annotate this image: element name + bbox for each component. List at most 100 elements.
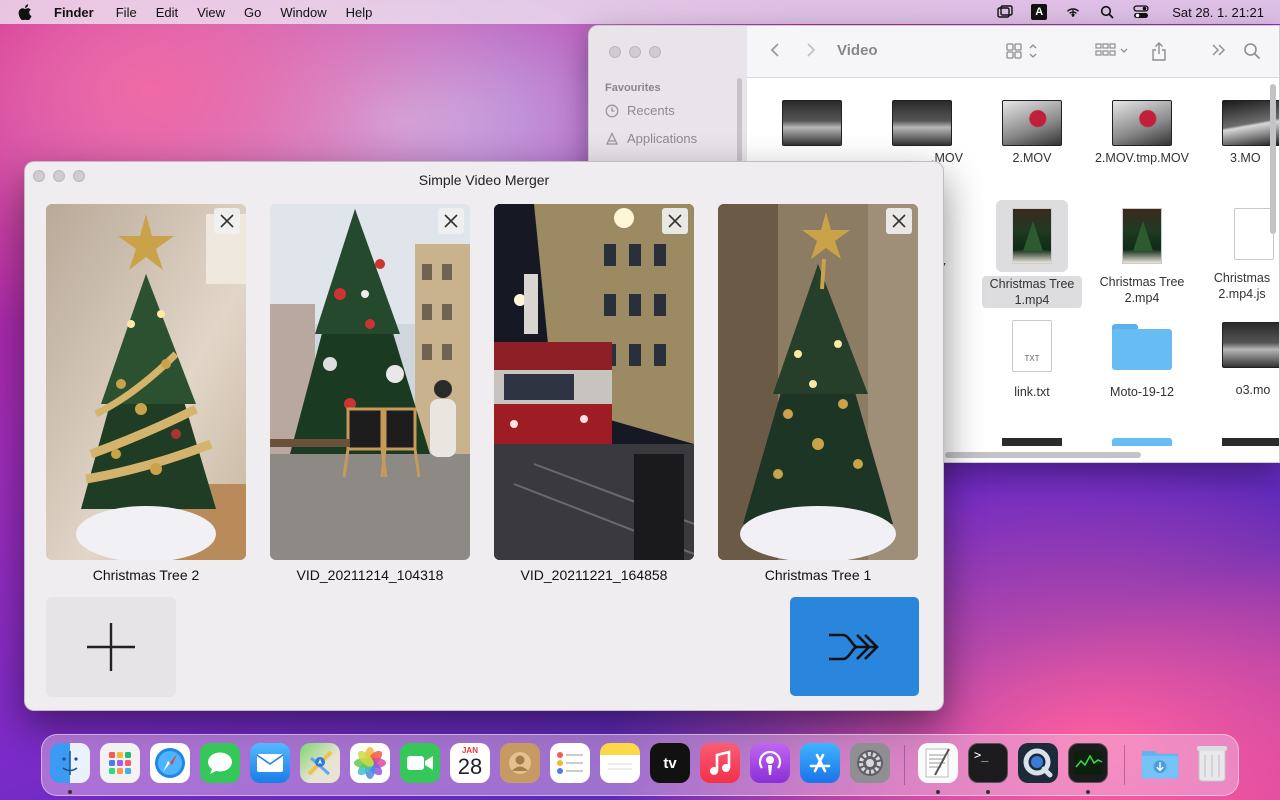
photos-icon[interactable] [350,743,390,783]
search-icon[interactable] [1098,4,1116,20]
menu-help[interactable]: Help [346,5,373,20]
clip-card[interactable]: Christmas Tree 2 [46,204,246,583]
screen-mirroring-icon[interactable] [996,4,1014,20]
merge-arrow-icon [828,633,879,660]
apple-tv-label: tv [663,754,677,772]
running-indicator [68,790,72,794]
menu-app-name[interactable]: Finder [54,5,94,20]
clip-card[interactable]: VID_20211214_104318 [270,204,470,583]
system-preferences-icon[interactable] [850,743,890,783]
music-icon[interactable] [700,743,740,783]
calendar-day: 28 [457,754,483,779]
menu-edit[interactable]: Edit [156,5,178,20]
clip-thumbnail[interactable] [270,204,470,560]
clip-card[interactable]: Christmas Tree 1 [718,204,918,583]
textedit-icon[interactable] [918,743,958,783]
file-name: Christmas Tree 2.mp4 [1099,275,1185,305]
merge-videos-button[interactable] [790,597,919,696]
file-item[interactable] [762,100,862,146]
messages-icon[interactable] [200,743,240,783]
minimize-window-button[interactable] [629,46,641,58]
mail-icon[interactable] [250,743,290,783]
icon-view-icon[interactable] [1006,42,1038,60]
file-item[interactable]: TXT link.txt [982,320,1082,400]
clip-thumbnail[interactable] [718,204,918,560]
file-name: Christmas Tree 1.mp4 [982,276,1082,308]
safari-icon[interactable] [150,743,190,783]
reminders-icon[interactable] [550,743,590,783]
activity-monitor-icon[interactable] [1068,743,1108,783]
file-item[interactable]: 3.MO [1202,100,1279,166]
finder-search-icon[interactable] [1243,42,1261,60]
video-thumbnail [1002,100,1062,146]
file-name: Christmas 2.mp4.js [1213,271,1271,301]
file-name: link.txt [1014,385,1050,399]
file-item[interactable]: .MOV [872,100,972,166]
vertical-scrollbar[interactable] [1270,84,1276,234]
folder-icon [1112,322,1172,370]
video-thumbnail [1122,208,1162,264]
back-icon[interactable] [769,42,781,58]
remove-clip-button[interactable] [662,208,688,234]
close-icon [892,214,906,228]
wifi-icon[interactable] [1064,4,1082,20]
input-source-icon[interactable]: A [1030,4,1048,20]
close-icon [444,214,458,228]
file-item[interactable]: Christmas Tree 2.mp4 [1092,208,1192,306]
menu-window[interactable]: Window [280,5,326,20]
close-icon [220,214,234,228]
file-item[interactable]: 2.MOV.tmp.MOV [1092,100,1192,166]
file-item[interactable]: 2.MOV [982,100,1082,166]
menu-bar: Finder File Edit View Go Window Help A S… [0,0,1280,24]
running-indicator [1086,790,1090,794]
maps-icon[interactable] [300,743,340,783]
control-center-icon[interactable] [1132,4,1150,20]
clip-label: VID_20211214_104318 [296,567,444,583]
remove-clip-button[interactable] [438,208,464,234]
quicktime-icon[interactable] [1018,743,1058,783]
add-clip-button[interactable] [46,597,176,697]
sidebar-item-label: Recents [627,103,675,118]
launchpad-icon[interactable] [100,743,140,783]
trash-icon[interactable] [1192,743,1232,783]
file-name: 2.MOV.tmp.MOV [1094,151,1189,165]
downloads-folder-icon[interactable] [1140,743,1180,783]
file-name: Moto-19-12 [1110,385,1174,399]
menu-view[interactable]: View [197,5,225,20]
close-window-button[interactable] [609,46,621,58]
app-store-icon[interactable] [800,743,840,783]
video-thumbnail [782,100,842,146]
podcasts-icon[interactable] [750,743,790,783]
remove-clip-button[interactable] [214,208,240,234]
clip-thumbnail[interactable] [494,204,694,560]
facetime-icon[interactable] [400,743,440,783]
notes-icon[interactable] [600,743,640,783]
horizontal-scrollbar[interactable] [945,452,1141,458]
file-item[interactable]: Christmas 2.mp4.js [1202,208,1279,302]
apple-tv-icon[interactable]: tv [650,743,690,783]
finder-icon[interactable] [50,743,90,783]
zoom-window-button[interactable] [649,46,661,58]
menu-go[interactable]: Go [244,5,261,20]
sidebar-item-applications[interactable]: Applications [605,131,697,146]
clip-card[interactable]: VID_20211221_164858 [494,204,694,583]
menu-file[interactable]: File [116,5,137,20]
sidebar-scrollbar[interactable] [737,78,742,162]
share-icon[interactable] [1151,42,1167,62]
apple-icon[interactable] [18,4,32,20]
remove-clip-button[interactable] [886,208,912,234]
clip-thumbnail[interactable] [46,204,246,560]
contacts-icon[interactable] [500,743,540,783]
menubar-clock[interactable]: Sat 28. 1. 21:21 [1172,5,1264,20]
forward-icon[interactable] [805,42,817,58]
group-icon[interactable] [1095,42,1131,60]
file-item[interactable]: Moto-19-12 [1092,322,1192,400]
applications-icon [605,131,619,145]
sidebar-item-recents[interactable]: Recents [605,103,675,118]
finder-window-controls [609,46,661,58]
calendar-icon[interactable]: JAN 28 [450,743,490,783]
file-item[interactable]: o3.mo [1202,322,1279,398]
terminal-icon[interactable]: >_ [968,743,1008,783]
more-icon[interactable] [1211,42,1227,58]
file-item-selected[interactable]: Christmas Tree 1.mp4 [982,200,1082,308]
